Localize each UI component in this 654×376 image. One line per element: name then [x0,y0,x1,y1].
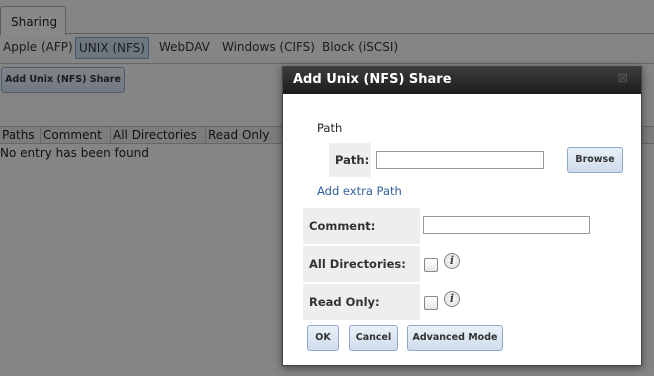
dialog-titlebar[interactable]: Add Unix (NFS) Share ⊠ [283,67,641,94]
all-directories-checkbox[interactable] [424,258,438,272]
path-input[interactable] [376,151,544,169]
ok-button[interactable]: OK [307,325,339,351]
path-label: Path: [329,143,371,177]
read-only-checkbox[interactable] [424,296,438,310]
browse-button[interactable]: Browse [567,147,623,173]
dialog-title: Add Unix (NFS) Share [293,72,452,87]
advanced-mode-button[interactable]: Advanced Mode [407,325,503,351]
add-extra-path-link[interactable]: Add extra Path [317,184,402,198]
cancel-button[interactable]: Cancel [349,325,398,351]
add-nfs-share-dialog: Add Unix (NFS) Share ⊠ Path Path: Browse… [282,66,642,366]
comment-input[interactable] [423,216,590,234]
all-directories-label: All Directories: [303,246,420,282]
read-only-label: Read Only: [303,284,420,320]
path-section-label: Path [317,121,343,135]
info-icon[interactable]: i [444,291,460,307]
comment-label: Comment: [303,208,420,244]
info-icon[interactable]: i [444,253,460,269]
close-icon[interactable]: ⊠ [617,72,629,85]
